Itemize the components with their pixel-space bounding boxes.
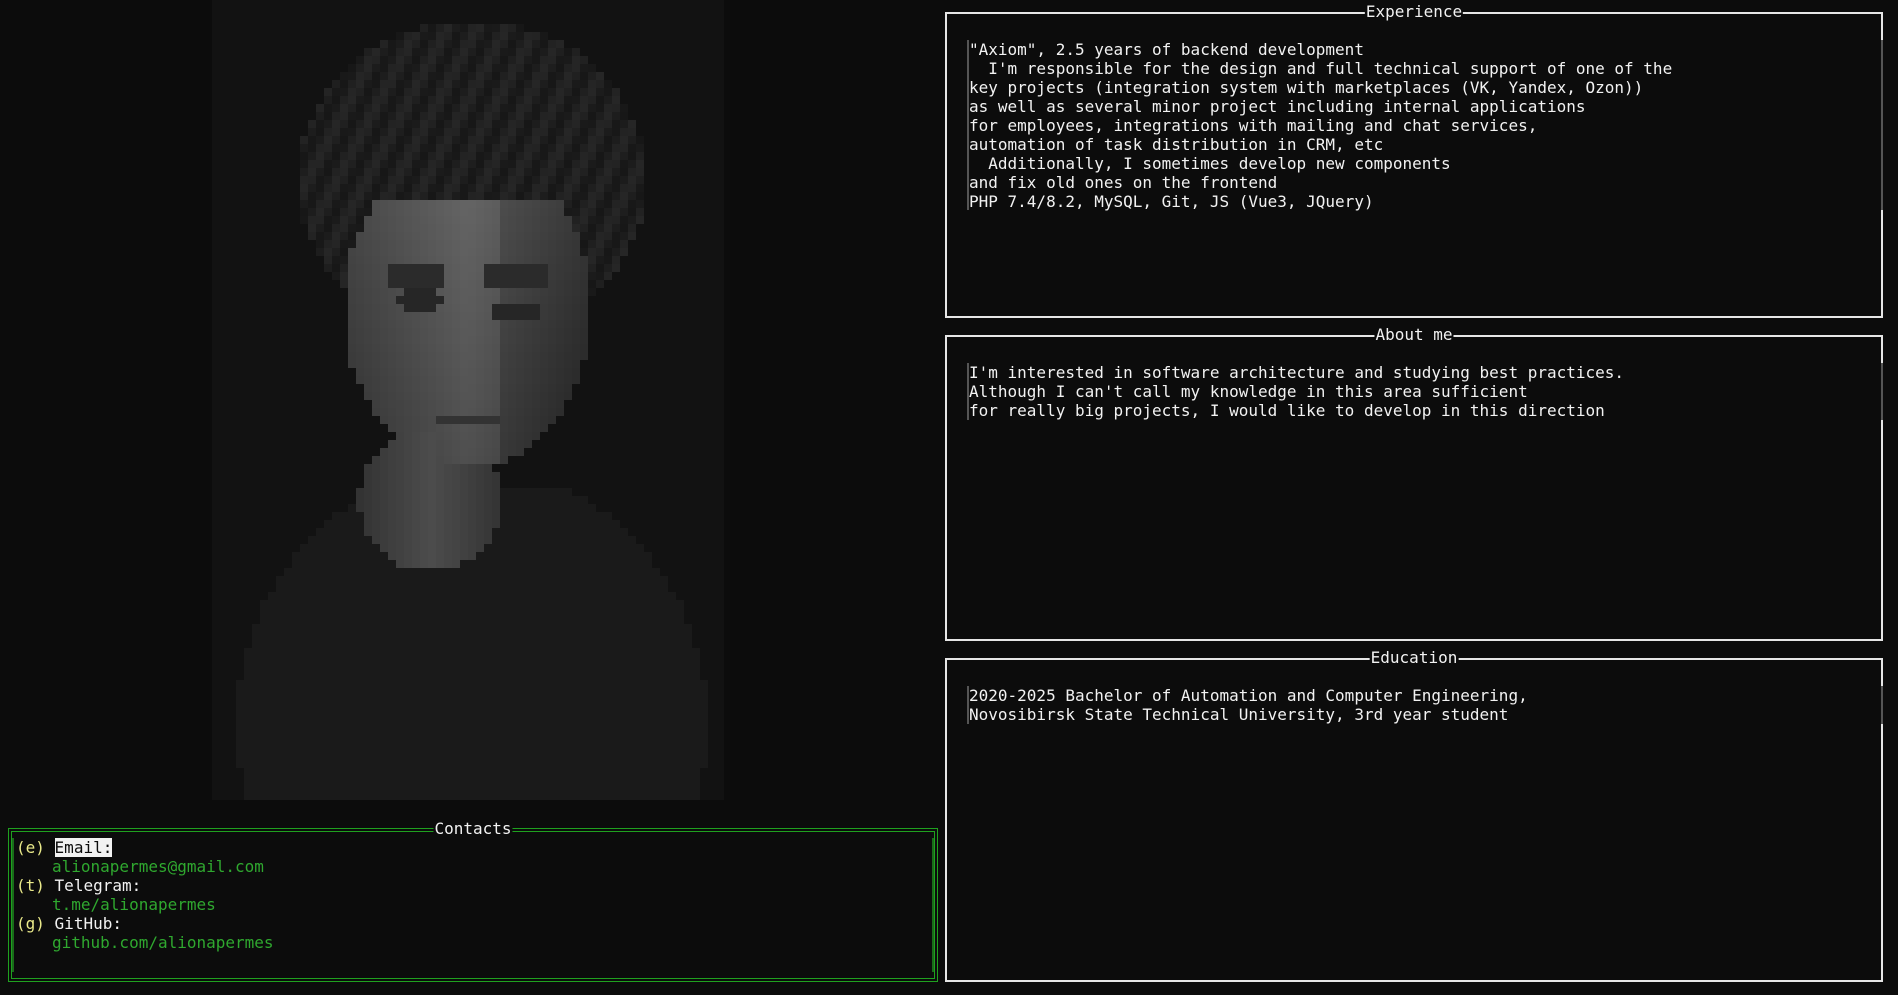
education-panel: Education 2020-2025 Bachelor of Automati… (945, 648, 1883, 982)
about-right-rule (1881, 363, 1883, 420)
github-link[interactable]: github.com/alionapermes (16, 933, 274, 952)
about-line: Although I can't call my knowledge in th… (969, 382, 1528, 401)
github-hotkey: (g) (16, 914, 45, 933)
about-line: for really big projects, I would like to… (969, 401, 1605, 420)
telegram-hotkey: (t) (16, 876, 45, 895)
education-right-rule (1881, 686, 1883, 724)
about-title: About me (1374, 325, 1454, 345)
experience-line: for employees, integrations with mailing… (969, 116, 1538, 135)
experience-line: PHP 7.4/8.2, MySQL, Git, JS (Vue3, JQuer… (969, 192, 1374, 211)
email-hotkey: (e) (16, 838, 45, 857)
contacts-body: (e) Email: alionapermes@gmail.com (t) Te… (16, 838, 274, 952)
experience-line: Additionally, I sometimes develop new co… (969, 154, 1451, 173)
telegram-link[interactable]: t.me/alionapermes (16, 895, 274, 914)
education-line: 2020-2025 Bachelor of Automation and Com… (969, 686, 1528, 705)
telegram-label[interactable]: Telegram: (55, 876, 142, 895)
contacts-left-rule (12, 838, 14, 972)
experience-line: as well as several minor project includi… (969, 97, 1586, 116)
education-body: 2020-2025 Bachelor of Automation and Com… (969, 686, 1859, 724)
github-label[interactable]: GitHub: (55, 914, 122, 933)
experience-title: Experience (1364, 2, 1464, 22)
experience-line: "Axiom", 2.5 years of backend developmen… (969, 40, 1364, 59)
contact-email-row[interactable]: (e) Email: (16, 838, 274, 857)
experience-body: "Axiom", 2.5 years of backend developmen… (969, 40, 1859, 211)
experience-line: automation of task distribution in CRM, … (969, 135, 1384, 154)
education-title: Education (1369, 648, 1459, 668)
experience-line: key projects (integration system with ma… (969, 78, 1644, 97)
email-link[interactable]: alionapermes@gmail.com (16, 857, 274, 876)
terminal-window: Experience "Axiom", 2.5 years of backend… (0, 0, 1898, 995)
contacts-right-rule (932, 838, 934, 972)
contact-telegram-row[interactable]: (t) Telegram: (16, 876, 274, 895)
experience-line: I'm responsible for the design and full … (969, 59, 1673, 78)
experience-panel: Experience "Axiom", 2.5 years of backend… (945, 2, 1883, 318)
about-panel: About me I'm interested in software arch… (945, 325, 1883, 641)
portrait-image (212, 0, 724, 800)
contacts-panel: Contacts (e) Email: alionapermes@gmail.c… (8, 819, 938, 982)
experience-right-rule (1881, 40, 1883, 210)
email-label[interactable]: Email: (54, 838, 113, 857)
contacts-title: Contacts (433, 819, 513, 839)
experience-line: and fix old ones on the frontend (969, 173, 1278, 192)
contact-github-row[interactable]: (g) GitHub: (16, 914, 274, 933)
education-line: Novosibirsk State Technical University, … (969, 705, 1509, 724)
about-body: I'm interested in software architecture … (969, 363, 1859, 420)
about-line: I'm interested in software architecture … (969, 363, 1625, 382)
